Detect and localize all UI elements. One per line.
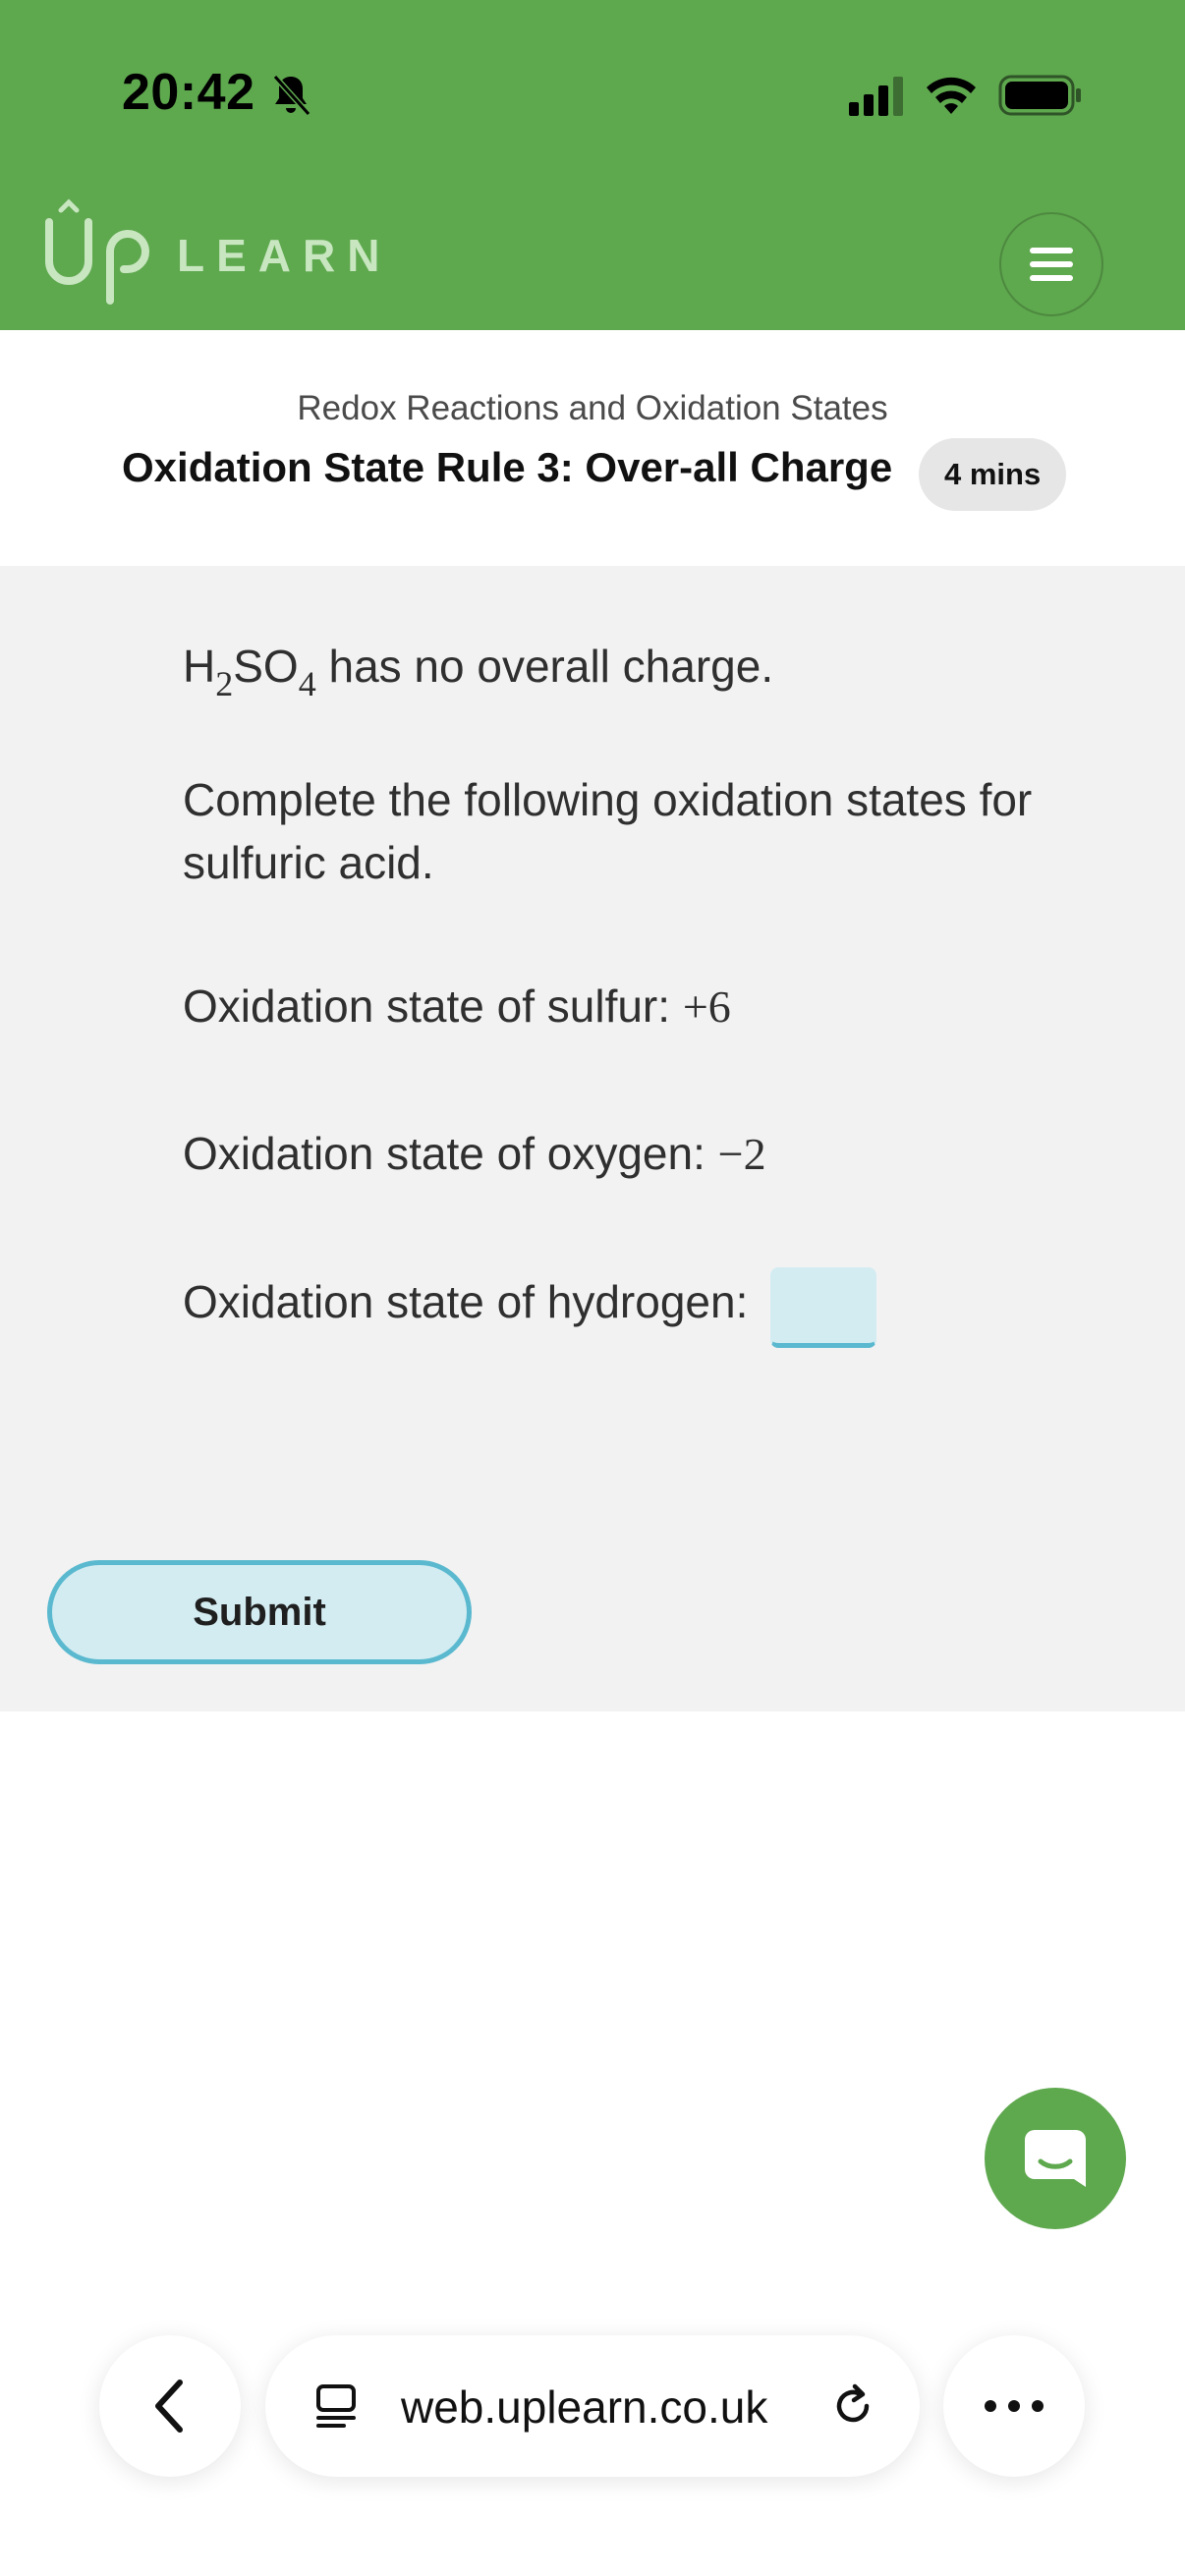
submit-button[interactable]: Submit xyxy=(47,1560,472,1664)
more-dots-icon xyxy=(985,2400,1044,2412)
menu-button[interactable] xyxy=(999,212,1103,316)
hamburger-menu-icon xyxy=(1030,248,1073,281)
oxygen-label: Oxidation state of oxygen: xyxy=(183,1128,718,1179)
bell-slash-icon xyxy=(272,74,311,117)
battery-icon xyxy=(998,75,1081,116)
breadcrumb: Redox Reactions and Oxidation States xyxy=(297,389,888,427)
lesson-header: Redox Reactions and Oxidation States Oxi… xyxy=(0,330,1185,566)
question-panel: H2SO4 has no overall charge. Complete th… xyxy=(0,566,1185,1711)
sulfur-row: Oxidation state of sulfur: +6 xyxy=(183,975,731,1038)
tabs-icon xyxy=(316,2384,356,2428)
reload-icon[interactable] xyxy=(827,2380,878,2432)
uplearn-logo: LEARN xyxy=(45,198,391,305)
sulfur-label: Oxidation state of sulfur: xyxy=(183,980,683,1032)
chat-bubble-icon xyxy=(1025,2130,1086,2187)
address-bar[interactable]: web.uplearn.co.uk xyxy=(265,2335,920,2477)
back-button[interactable] xyxy=(99,2335,241,2477)
instruction-text: Complete the following oxidation states … xyxy=(183,774,1033,888)
hydrogen-row: Oxidation state of hydrogen: xyxy=(183,1265,877,1348)
duration-badge: 4 mins xyxy=(919,438,1067,511)
url-text: web.uplearn.co.uk xyxy=(401,2381,768,2433)
oxygen-value: −2 xyxy=(717,1129,766,1179)
hydrogen-answer-input[interactable] xyxy=(770,1267,877,1348)
status-time: 20:42 xyxy=(122,64,255,121)
wifi-icon xyxy=(927,77,976,114)
back-chevron-icon xyxy=(155,2380,183,2433)
cellular-signal-icon xyxy=(849,77,903,116)
sulfur-value: +6 xyxy=(682,981,731,1032)
more-options-button[interactable] xyxy=(943,2335,1085,2477)
hydrogen-label: Oxidation state of hydrogen: xyxy=(183,1276,762,1328)
chat-button[interactable] xyxy=(985,2088,1126,2229)
svg-text:LEARN: LEARN xyxy=(177,230,391,281)
app-header: 20:42 LEARN xyxy=(0,0,1185,330)
page-title: Oxidation State Rule 3: Over-all Charge xyxy=(122,444,893,490)
formula-statement: H2SO4 has no overall charge. xyxy=(183,641,774,703)
oxygen-row: Oxidation state of oxygen: −2 xyxy=(183,1122,766,1186)
